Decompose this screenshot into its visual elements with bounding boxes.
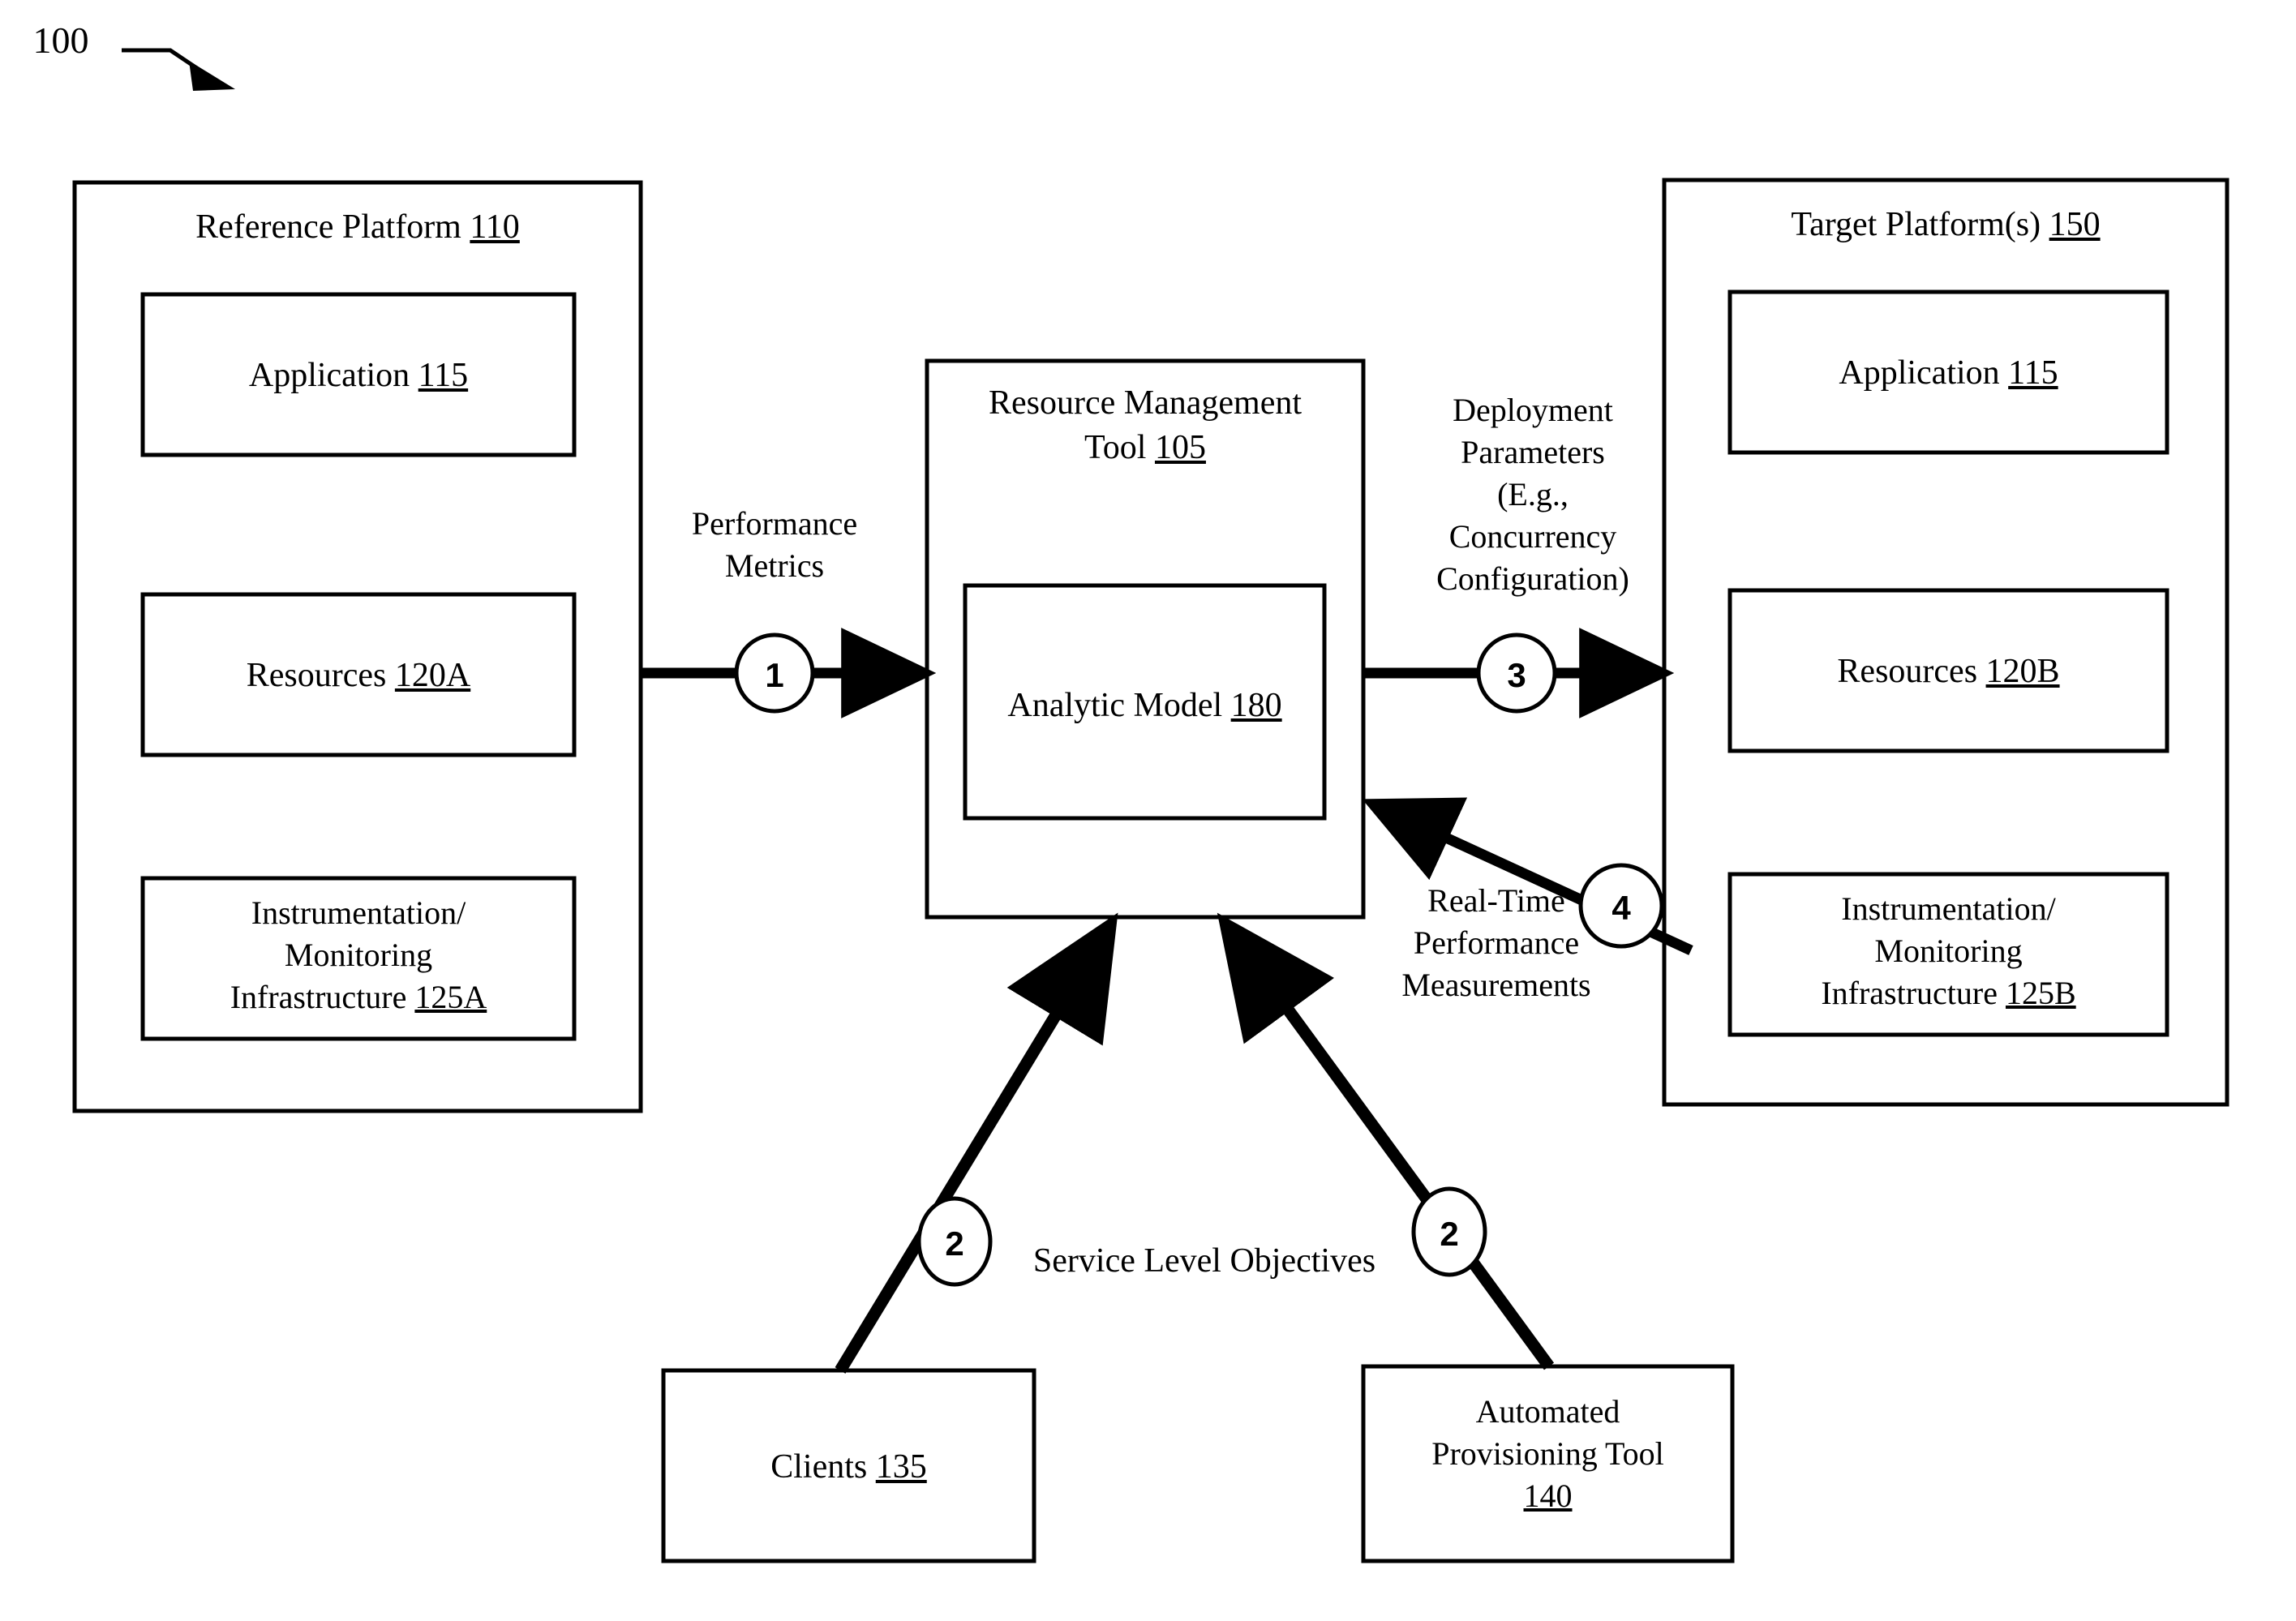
analytic-model-label: Analytic Model 180 — [965, 684, 1324, 728]
deploy-line5: Configuration) — [1436, 560, 1629, 597]
step-marker-3-label: 3 — [1507, 656, 1526, 694]
apt-line1: Automated — [1475, 1393, 1620, 1430]
deploy-line1: Deployment — [1453, 392, 1613, 428]
target-instr-line3-wrap: Infrastructure 125B — [1730, 972, 2167, 1014]
reference-resources-text: Resources — [246, 657, 395, 694]
clients-text: Clients — [770, 1448, 876, 1486]
automated-provisioning-label: Automated Provisioning Tool 140 — [1363, 1391, 1732, 1517]
reference-platform-title: Reference Platform 110 — [75, 205, 641, 250]
reference-application-label: Application 115 — [143, 354, 574, 398]
target-platform-title: Target Platform(s) 150 — [1664, 203, 2227, 247]
deploy-line4: Concurrency — [1448, 518, 1617, 555]
reference-instr-line1: Instrumentation/ — [251, 894, 466, 931]
target-application-label: Application 115 — [1730, 351, 2167, 396]
rmt-title-line2: Tool — [1084, 428, 1155, 466]
rmt-ref: 105 — [1154, 428, 1206, 466]
reference-instr-line2: Monitoring — [284, 937, 433, 973]
figure-number: 100 — [32, 19, 89, 61]
target-platform-title-text: Target Platform(s) — [1791, 206, 2049, 243]
target-instrumentation-label: Instrumentation/ Monitoring Infrastructu… — [1730, 888, 2167, 1014]
reference-platform-title-text: Reference Platform — [195, 208, 470, 246]
reference-resources-label: Resources 120A — [143, 654, 574, 698]
perf-metrics-line1: Performance — [691, 505, 858, 542]
target-application-ref: 115 — [2008, 354, 2058, 392]
target-instr-line2: Monitoring — [1874, 933, 2023, 969]
rmt-title-line2-wrap: Tool 105 — [927, 426, 1363, 470]
resource-management-tool-title: Resource Management Tool 105 — [927, 381, 1363, 470]
realtime-line3: Measurements — [1401, 967, 1591, 1003]
target-platform-ref: 150 — [2049, 206, 2101, 243]
performance-metrics-label: Performance Metrics — [641, 503, 908, 587]
deploy-line3: (E.g., — [1497, 476, 1569, 512]
target-instrumentation-ref: 125B — [2005, 975, 2076, 1011]
reference-instrumentation-label: Instrumentation/ Monitoring Infrastructu… — [143, 892, 574, 1018]
reference-application-text: Application — [248, 357, 418, 394]
target-resources-text: Resources — [1837, 653, 1986, 690]
reference-instr-line3-wrap: Infrastructure 125A — [143, 976, 574, 1018]
analytic-model-text: Analytic Model — [1007, 687, 1231, 724]
clients-ref: 135 — [875, 1448, 927, 1486]
automated-provisioning-ref: 140 — [1523, 1477, 1573, 1514]
deploy-line2: Parameters — [1461, 434, 1605, 470]
figure-leader-arrow — [122, 48, 235, 91]
figure-canvas: 100 Reference Platform 110 Application 1… — [0, 0, 2296, 1621]
target-resources-ref: 120B — [1985, 653, 2060, 690]
apt-line2: Provisioning Tool — [1431, 1435, 1664, 1472]
step-marker-2-right-label: 2 — [1440, 1215, 1459, 1253]
reference-platform-ref: 110 — [470, 208, 520, 246]
step-marker-1-label: 1 — [765, 656, 784, 694]
step-marker-2-left-label: 2 — [945, 1224, 964, 1263]
reference-application-ref: 115 — [418, 357, 469, 394]
reference-instr-line3: Infrastructure — [230, 979, 415, 1015]
step-marker-4-label: 4 — [1611, 889, 1631, 927]
analytic-model-ref: 180 — [1230, 687, 1282, 724]
target-instr-line3: Infrastructure — [1821, 975, 2006, 1011]
target-application-text: Application — [1839, 354, 2009, 392]
service-level-objectives-label: Service Level Objectives — [1032, 1242, 1376, 1280]
target-resources-label: Resources 120B — [1730, 650, 2167, 694]
perf-metrics-line2: Metrics — [724, 547, 825, 584]
reference-instrumentation-ref: 125A — [414, 979, 487, 1015]
deployment-parameters-label: Deployment Parameters (E.g., Concurrency… — [1387, 389, 1679, 600]
reference-resources-ref: 120A — [394, 657, 471, 694]
arrow-slo-clients — [835, 912, 1118, 1374]
rmt-title-line1: Resource Management — [988, 384, 1302, 422]
clients-label: Clients 135 — [663, 1445, 1034, 1490]
target-instr-line1: Instrumentation/ — [1841, 890, 2056, 927]
